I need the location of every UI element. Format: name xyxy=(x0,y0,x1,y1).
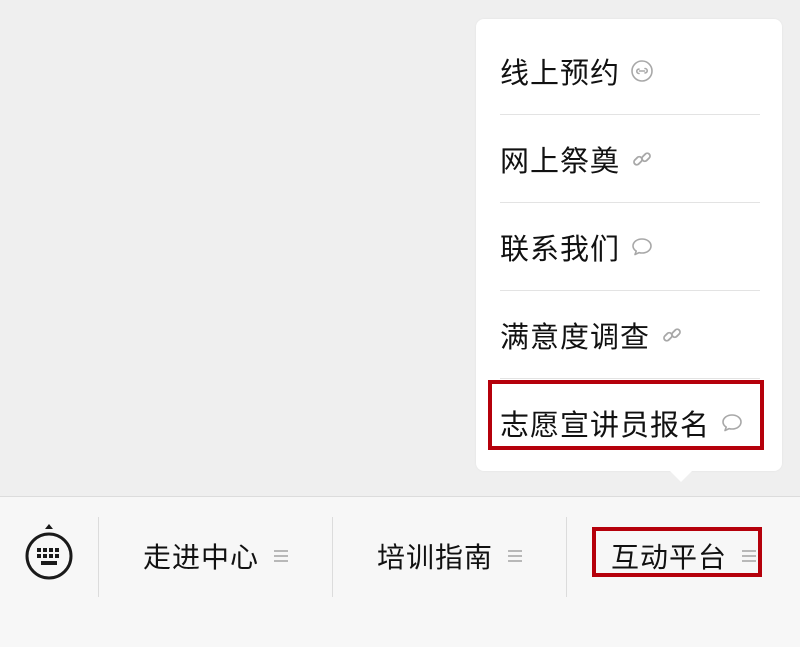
hamburger-icon xyxy=(742,550,756,562)
menubar-divider xyxy=(332,517,333,597)
submenu-item-label: 满意度调查 xyxy=(500,319,651,354)
submenu-item-label: 联系我们 xyxy=(500,231,621,266)
submenu-item-label: 志愿宣讲员报名 xyxy=(500,408,711,442)
submenu-item-volunteer-signup[interactable]: 志愿宣讲员报名 xyxy=(500,379,760,467)
submenu-item-contact-us[interactable]: 联系我们 xyxy=(500,203,760,291)
tab-interactive-platform[interactable]: 互动平台 xyxy=(568,527,800,585)
menubar-divider xyxy=(566,517,567,597)
keyboard-toggle-button[interactable] xyxy=(24,524,74,585)
chat-bubble-icon xyxy=(720,411,744,435)
submenu-item-online-memorial[interactable]: 网上祭奠 xyxy=(500,115,760,203)
submenu-item-satisfaction-survey[interactable]: 满意度调查 xyxy=(500,291,760,379)
tab-about-center[interactable]: 走进中心 xyxy=(100,527,332,585)
hamburger-icon xyxy=(508,550,522,562)
submenu-caret xyxy=(670,471,692,482)
hamburger-icon xyxy=(274,550,288,562)
tab-label: 互动平台 xyxy=(610,541,727,574)
keyboard-icon xyxy=(24,523,74,585)
chat-bubble-icon xyxy=(630,235,654,259)
mini-program-icon xyxy=(630,59,654,83)
tab-training-guide[interactable]: 培训指南 xyxy=(334,527,566,585)
submenu-item-online-booking[interactable]: 线上预约 xyxy=(500,27,760,115)
submenu-item-label: 网上祭奠 xyxy=(500,143,621,178)
bottom-menu-bar: 走进中心 培训指南 互动平台 xyxy=(0,496,800,647)
tab-label: 培训指南 xyxy=(376,541,493,574)
submenu-item-label: 线上预约 xyxy=(500,55,621,90)
menubar-divider xyxy=(98,517,99,597)
link-icon xyxy=(630,147,654,171)
link-icon xyxy=(660,323,684,347)
tab-label: 走进中心 xyxy=(142,541,259,574)
submenu-popup: 线上预约 网上祭奠 联系我们 满意度调查 志愿宣讲员报名 xyxy=(476,19,782,482)
